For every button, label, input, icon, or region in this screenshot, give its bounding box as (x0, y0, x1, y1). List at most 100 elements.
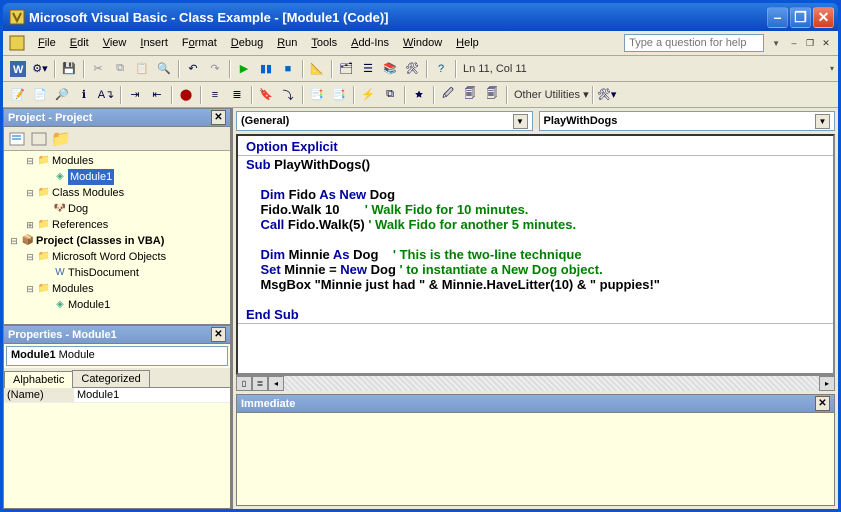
project-explorer-title: Project - Project ✕ (4, 109, 230, 127)
design-mode-icon[interactable]: 📐 (306, 58, 328, 80)
tool-hammer-icon[interactable]: 🛠▾ (596, 84, 618, 106)
tree-word-objects[interactable]: Microsoft Word Objects (52, 249, 166, 265)
code-editor[interactable]: Option ExplicitSub PlayWithDogs() Dim Fi… (236, 134, 835, 375)
param-info-icon[interactable]: ℹ (73, 84, 95, 106)
reset-icon[interactable]: ■ (277, 58, 299, 80)
menu-file[interactable]: FFileile (31, 34, 63, 52)
object-browser-icon[interactable]: 📚 (379, 58, 401, 80)
comment-block-icon[interactable]: ≡ (204, 84, 226, 106)
tool-misc3-icon[interactable]: ⚡ (357, 84, 379, 106)
project-explorer-close-button[interactable]: ✕ (211, 110, 226, 125)
tool-misc6-icon[interactable]: 🖉 (437, 84, 459, 106)
tree-module1-b[interactable]: Module1 (68, 297, 110, 313)
menu-debug[interactable]: Debug (224, 34, 270, 52)
project-explorer-icon[interactable]: 🗂 (335, 58, 357, 80)
properties-tab-alphabetic[interactable]: Alphabetic (4, 371, 73, 388)
uncomment-block-icon[interactable]: ≣ (226, 84, 248, 106)
tree-modules-2[interactable]: Modules (52, 281, 94, 297)
tree-dog[interactable]: Dog (68, 201, 88, 217)
menu-help[interactable]: Help (449, 34, 486, 52)
undo-icon[interactable]: ↶ (182, 58, 204, 80)
proc-view-icon[interactable]: ▯ (236, 376, 252, 391)
menu-window[interactable]: Window (396, 34, 449, 52)
properties-object-combo[interactable]: Module1 Module (6, 346, 228, 366)
chevron-down-icon[interactable]: ▼ (815, 114, 830, 129)
project-explorer-panel: Project - Project ✕ 📁 ⊟📁Modules ◈Module1… (3, 108, 231, 325)
quick-info-icon[interactable]: 🔎 (51, 84, 73, 106)
window-minimize-button[interactable]: – (767, 7, 788, 28)
properties-window-icon[interactable]: ☰ (357, 58, 379, 80)
complete-word-icon[interactable]: A↴ (95, 84, 117, 106)
code-object-combo[interactable]: (General)▼ (236, 111, 533, 131)
window-close-button[interactable]: ✕ (813, 7, 834, 28)
code-proc-combo[interactable]: PlayWithDogs▼ (539, 111, 836, 131)
window-maximize-button[interactable]: ❐ (790, 7, 811, 28)
properties-tab-categorized[interactable]: Categorized (72, 370, 149, 387)
view-object-icon[interactable] (28, 128, 50, 150)
code-hscroll[interactable]: ▯ ≣ ◂ ▸ (236, 375, 835, 391)
prop-name-label: (Name) (4, 388, 74, 402)
redo-icon[interactable]: ↷ (204, 58, 226, 80)
toggle-folders-icon[interactable]: 📁 (50, 128, 72, 150)
menubar: FFileile Edit View Insert Format Debug R… (3, 31, 838, 56)
insert-dropdown-icon[interactable]: ⚙▾ (29, 58, 51, 80)
code-header: (General)▼ PlayWithDogs▼ (233, 108, 838, 134)
toolbox-icon[interactable]: 🛠 (401, 58, 423, 80)
help-icon[interactable]: ? (430, 58, 452, 80)
immediate-input[interactable] (237, 413, 834, 505)
menu-edit[interactable]: Edit (63, 34, 96, 52)
tree-thisdocument[interactable]: ThisDocument (68, 265, 139, 281)
full-view-icon[interactable]: ≣ (252, 376, 268, 391)
tree-modules[interactable]: Modules (52, 153, 94, 169)
properties-close-button[interactable]: ✕ (211, 327, 226, 342)
tree-module1[interactable]: Module1 (68, 169, 114, 185)
find-icon[interactable]: 🔍 (153, 58, 175, 80)
tool-misc2-icon[interactable]: 📑 (328, 84, 350, 106)
view-code-icon[interactable] (6, 128, 28, 150)
menu-format[interactable]: Format (175, 34, 224, 52)
tool-misc4-icon[interactable]: ⧉ (379, 84, 401, 106)
prop-name-value[interactable]: Module1 (74, 388, 230, 402)
immediate-panel: Immediate ✕ (236, 394, 835, 506)
breakpoint-icon[interactable]: ⬤ (175, 84, 197, 106)
list-props-icon[interactable]: 📝 (7, 84, 29, 106)
paste-icon[interactable]: 📋 (131, 58, 153, 80)
menu-addins[interactable]: Add-Ins (344, 34, 396, 52)
cursor-position: Ln 11, Col 11 (463, 63, 527, 75)
menu-run[interactable]: Run (270, 34, 304, 52)
scroll-left-icon[interactable]: ◂ (268, 376, 284, 391)
chevron-down-icon[interactable]: ▼ (513, 114, 528, 129)
run-icon[interactable]: ▶ (233, 58, 255, 80)
help-search-input[interactable] (624, 34, 764, 52)
tool-misc8-icon[interactable]: 🗐 (481, 84, 503, 106)
cut-icon[interactable]: ✂ (87, 58, 109, 80)
tool-misc7-icon[interactable]: 🗐 (459, 84, 481, 106)
tool-misc1-icon[interactable]: 📑 (306, 84, 328, 106)
word-icon[interactable]: W (7, 58, 29, 80)
list-const-icon[interactable]: 📄 (29, 84, 51, 106)
mdi-minimize-button[interactable]: – (787, 36, 801, 50)
tree-references[interactable]: References (52, 217, 108, 233)
properties-grid[interactable]: (Name) Module1 (4, 388, 230, 508)
menu-insert[interactable]: Insert (133, 34, 175, 52)
indent-icon[interactable]: ⇥ (124, 84, 146, 106)
tool-misc5-icon[interactable]: 🟊 (408, 84, 430, 106)
save-icon[interactable]: 💾 (58, 58, 80, 80)
mdi-restore-button[interactable]: ❐ (803, 36, 817, 50)
menu-view[interactable]: View (96, 34, 134, 52)
other-utilities-dropdown[interactable]: Other Utilities ▾ (514, 88, 589, 101)
immediate-close-button[interactable]: ✕ (815, 396, 830, 411)
break-icon[interactable]: ▮▮ (255, 58, 277, 80)
project-explorer-toolbar: 📁 (4, 127, 230, 151)
bookmark-toggle-icon[interactable]: 🔖 (255, 84, 277, 106)
bookmark-next-icon[interactable]: ⤵ (277, 84, 299, 106)
properties-title: Properties - Module1 ✕ (4, 326, 230, 344)
tree-class-modules[interactable]: Class Modules (52, 185, 124, 201)
project-tree[interactable]: ⊟📁Modules ◈Module1 ⊟📁Class Modules 🐶Dog … (4, 151, 230, 324)
mdi-close-button[interactable]: ✕ (819, 36, 833, 50)
scroll-right-icon[interactable]: ▸ (819, 376, 835, 391)
tree-project-vba[interactable]: Project (Classes in VBA) (36, 233, 164, 249)
menu-tools[interactable]: Tools (304, 34, 344, 52)
copy-icon[interactable]: ⧉ (109, 58, 131, 80)
outdent-icon[interactable]: ⇤ (146, 84, 168, 106)
